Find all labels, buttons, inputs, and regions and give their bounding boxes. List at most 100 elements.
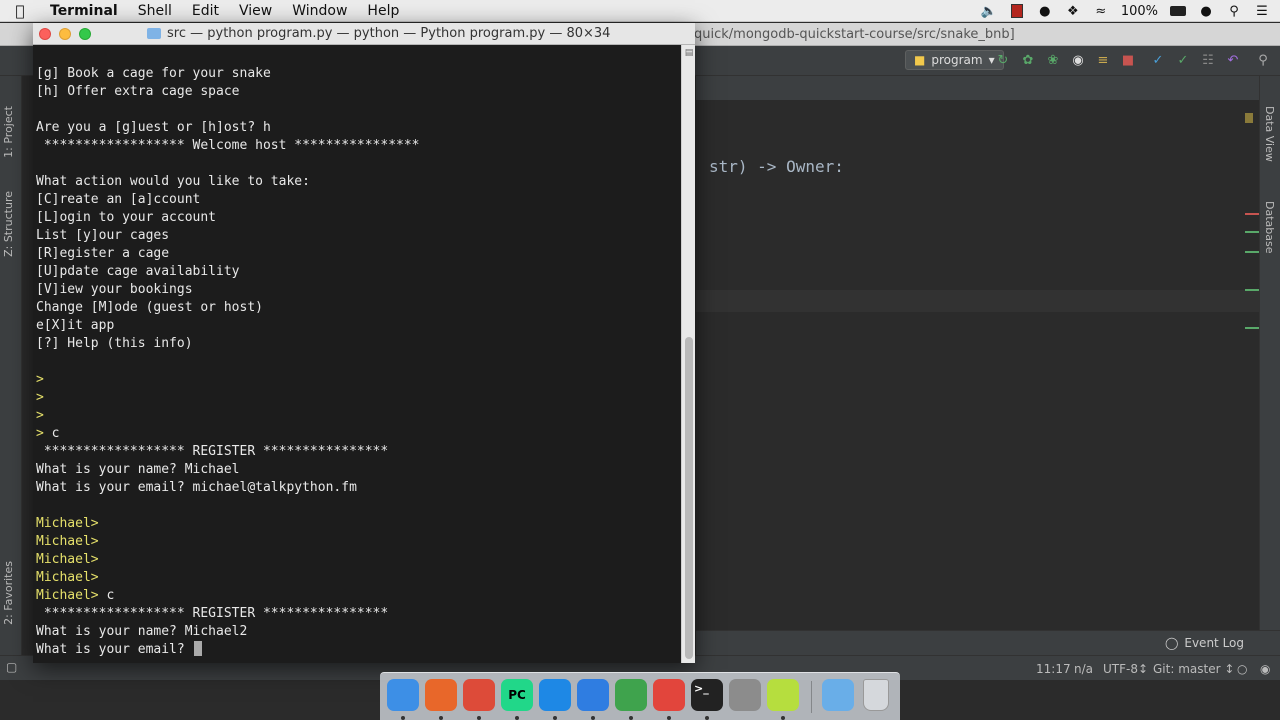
tasks-icon[interactable]: ≡ <box>1095 52 1111 68</box>
terminal-scrollbar[interactable]: ▤ <box>681 45 695 663</box>
inspector-icon[interactable]: ◉ <box>1260 662 1270 676</box>
prompt: > <box>36 408 44 423</box>
rerun-icon[interactable]: ↻ <box>995 52 1011 68</box>
chrome-icon[interactable] <box>463 679 495 711</box>
close-button[interactable] <box>39 28 51 40</box>
bottom-tool-bar: ◯ Event Log <box>696 630 1280 655</box>
editor-tab-bar <box>696 76 1259 100</box>
trash-icon[interactable] <box>863 679 889 711</box>
menu-bar:  Terminal Shell Edit View Window Help 🔈… <box>0 0 1280 22</box>
terminal-window: src — python program.py — python — Pytho… <box>33 23 695 663</box>
prompt: Michael> <box>36 516 99 531</box>
running-indicator <box>781 716 785 720</box>
line-text: [U]pdate cage availability <box>36 264 240 279</box>
tab-favorites[interactable]: 2: Favorites <box>2 561 15 625</box>
terminal-output[interactable]: [g] Book a cage for your snake [h] Offer … <box>33 45 681 663</box>
terminal-line: > c <box>36 425 420 443</box>
menu-edit[interactable]: Edit <box>182 3 229 19</box>
running-indicator <box>515 716 519 720</box>
caret-position[interactable]: 11:17 <box>1036 662 1071 676</box>
menu-help[interactable]: Help <box>357 3 409 19</box>
apple-icon[interactable]:  <box>0 2 40 20</box>
git-branch[interactable]: Git: master ↕ <box>1153 662 1234 676</box>
system-preferences-icon[interactable] <box>729 679 761 711</box>
prompt: Michael> <box>36 588 99 603</box>
line-text: [?] Help (this info) <box>36 336 193 351</box>
terminal-title-bar[interactable]: src — python program.py — python — Pytho… <box>33 23 695 45</box>
profile-icon[interactable]: ◉ <box>1070 52 1086 68</box>
tab-data-view[interactable]: Data View <box>1263 106 1276 162</box>
debug-icon[interactable]: ✿ <box>1020 52 1036 68</box>
user-icon[interactable]: ● <box>1198 3 1214 19</box>
run-config-dropdown[interactable]: ■ program ▾ <box>905 50 1004 70</box>
coverage-icon[interactable]: ❀ <box>1045 52 1061 68</box>
file-encoding[interactable]: UTF-8↕ <box>1103 662 1148 676</box>
menu-view[interactable]: View <box>229 3 282 19</box>
terminal-title: src — python program.py — python — Pytho… <box>167 26 611 41</box>
terminal-line: Michael> <box>36 551 420 569</box>
dock-separator <box>811 681 812 713</box>
notes-icon[interactable] <box>767 679 799 711</box>
prompt: > <box>36 390 44 405</box>
vcs-commit-icon[interactable]: ✓ <box>1175 52 1191 68</box>
wifi-icon[interactable]: ≈ <box>1093 3 1109 19</box>
finder-icon[interactable] <box>387 679 419 711</box>
vcs-history-icon[interactable]: ☷ <box>1200 52 1216 68</box>
folder-icon <box>147 28 161 39</box>
scrollbar-thumb[interactable] <box>685 337 693 659</box>
stop-icon[interactable]: ■ <box>1120 52 1136 68</box>
running-indicator <box>401 716 405 720</box>
line-text: c <box>43 426 60 441</box>
tab-structure[interactable]: Z: Structure <box>2 191 15 257</box>
vcs-update-icon[interactable]: ✓ <box>1150 52 1166 68</box>
line-text: ****************** REGISTER ************… <box>36 444 389 459</box>
robomongo-icon[interactable] <box>615 679 647 711</box>
notification-center-icon[interactable]: ☰ <box>1254 3 1270 19</box>
terminal-line: What action would you like to take: <box>36 173 420 191</box>
terminal-line: > <box>36 389 420 407</box>
line-separator[interactable]: n/a <box>1074 662 1093 676</box>
terminal-icon[interactable]: >_ <box>691 679 723 711</box>
event-log-button[interactable]: ◯ Event Log <box>1165 636 1244 650</box>
tab-database[interactable]: Database <box>1263 201 1276 254</box>
code-editor[interactable]: str) -> Owner: <box>696 100 1259 630</box>
zoom-button[interactable] <box>79 28 91 40</box>
prompt: Michael> <box>36 570 99 585</box>
volume-icon[interactable]: 🔈 <box>981 3 997 19</box>
maps-icon[interactable] <box>577 679 609 711</box>
right-tool-strip: Data View Database <box>1259 76 1280 680</box>
run-config-label: program <box>931 53 983 67</box>
terminal-line: What is your name? Michael2 <box>36 623 420 641</box>
menu-shell[interactable]: Shell <box>128 3 182 19</box>
sync-icon[interactable]: ● <box>1037 3 1053 19</box>
tab-project[interactable]: 1: Project <box>2 106 15 158</box>
terminal-line: Michael> <box>36 515 420 533</box>
terminal-lines: [g] Book a cage for your snake [h] Offer … <box>36 65 420 659</box>
pycharm-icon[interactable]: PC <box>501 679 533 711</box>
revert-icon[interactable]: ↶ <box>1225 52 1241 68</box>
layout-toggle-icon[interactable]: ▢ <box>6 660 17 674</box>
terminal-line: [R]egister a cage <box>36 245 420 263</box>
line-text: What action would you like to take: <box>36 174 310 189</box>
search-everywhere-icon[interactable]: ⚲ <box>1255 52 1271 68</box>
minimize-button[interactable] <box>59 28 71 40</box>
pen-icon[interactable] <box>653 679 685 711</box>
line-text: Change [M]ode (guest or host) <box>36 300 263 315</box>
firefox-icon[interactable] <box>425 679 457 711</box>
lock-icon[interactable]: ○ <box>1237 662 1247 676</box>
running-indicator <box>439 716 443 720</box>
vscode-icon[interactable] <box>539 679 571 711</box>
prompt: > <box>36 426 44 441</box>
menu-window[interactable]: Window <box>282 3 357 19</box>
battery-icon[interactable] <box>1170 3 1186 19</box>
menu-app-name[interactable]: Terminal <box>40 3 128 19</box>
recording-icon[interactable] <box>1009 3 1025 19</box>
line-text: [g] Book a cage for your snake <box>36 66 271 81</box>
scroll-up-icon[interactable]: ▤ <box>683 47 695 59</box>
downloads-folder-icon[interactable] <box>822 679 854 711</box>
spotlight-search-icon[interactable]: ⚲ <box>1226 3 1242 19</box>
terminal-line: > <box>36 407 420 425</box>
dropbox-icon[interactable]: ❖ <box>1065 3 1081 19</box>
